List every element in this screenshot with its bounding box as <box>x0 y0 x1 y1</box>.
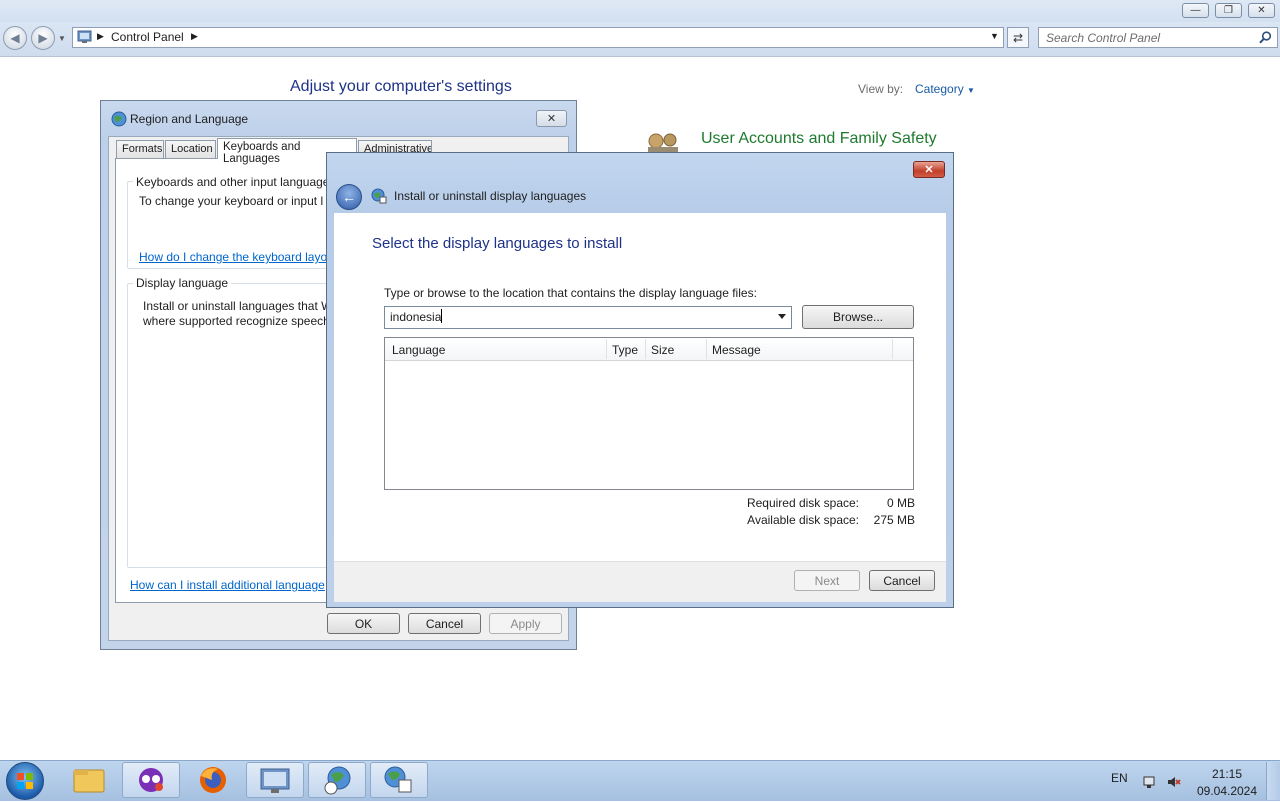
install-dialog-title: Install or uninstall display languages <box>394 189 587 203</box>
refresh-button[interactable]: ⇄ <box>1007 27 1029 48</box>
globe-clock-icon <box>324 766 351 795</box>
input-language-indicator[interactable]: EN <box>1111 771 1128 785</box>
taskbar-install-languages[interactable] <box>370 762 428 798</box>
region-globe-icon <box>111 111 127 127</box>
taskbar-firefox[interactable] <box>184 762 242 798</box>
back-button[interactable]: ← <box>336 184 362 210</box>
breadcrumb-separator-icon: ▶ <box>97 31 104 41</box>
keyboards-group-title: Keyboards and other input language <box>133 175 333 189</box>
minimize-icon: — <box>1190 5 1201 16</box>
column-separator[interactable] <box>706 339 707 359</box>
taskbar-file-explorer[interactable] <box>60 762 118 798</box>
column-separator[interactable] <box>892 339 893 359</box>
ok-button[interactable]: OK <box>327 613 400 634</box>
firefox-icon <box>200 767 226 793</box>
display-language-text-1: Install or uninstall languages that W <box>143 299 333 313</box>
language-install-icon <box>371 188 387 204</box>
show-desktop-button[interactable] <box>1266 762 1280 800</box>
listview-header <box>385 338 913 361</box>
arrow-left-icon: ◀ <box>10 31 20 45</box>
windows-logo-icon <box>17 773 33 789</box>
column-separator[interactable] <box>606 339 607 359</box>
close-window-button[interactable]: ✕ <box>1248 3 1275 18</box>
tab-location[interactable]: Location <box>165 140 216 158</box>
arrow-left-icon: ← <box>342 189 356 205</box>
keyboards-description: To change your keyboard or input l <box>139 194 324 208</box>
close-icon: ✕ <box>924 164 934 176</box>
chevron-down-icon[interactable] <box>778 314 786 319</box>
browse-button[interactable]: Browse... <box>802 305 914 329</box>
region-dialog-close-button[interactable]: ✕ <box>536 110 567 127</box>
chevron-down-icon: ▼ <box>967 86 975 95</box>
column-header-language[interactable]: Language <box>392 343 445 357</box>
column-header-type[interactable]: Type <box>612 343 638 357</box>
region-cancel-button[interactable]: Cancel <box>408 613 481 634</box>
breadcrumb-control-panel[interactable]: Control Panel <box>111 30 184 44</box>
close-icon: ✕ <box>546 113 557 125</box>
control-panel-icon <box>260 768 290 793</box>
apply-button[interactable]: Apply <box>489 613 562 634</box>
region-dialog-title: Region and Language <box>130 112 249 126</box>
search-placeholder: Search Control Panel <box>1046 31 1161 45</box>
messenger-app-icon <box>139 768 163 792</box>
arrow-right-icon: ▶ <box>38 31 48 45</box>
next-button[interactable]: Next <box>794 570 860 591</box>
window-titlebar <box>0 0 1280 22</box>
minimize-button[interactable]: — <box>1182 3 1209 18</box>
category-user-accounts-link[interactable]: User Accounts and Family Safety <box>701 130 937 148</box>
view-by-value: Category <box>915 82 964 96</box>
restore-icon: ❐ <box>1224 5 1233 16</box>
install-dialog-close-button[interactable]: ✕ <box>913 161 945 178</box>
recent-pages-dropdown-icon[interactable]: ▼ <box>58 34 66 43</box>
column-separator[interactable] <box>645 339 646 359</box>
start-button[interactable] <box>6 762 44 800</box>
page-title: Adjust your computer's settings <box>290 78 512 95</box>
taskbar-region-language[interactable] <box>308 762 366 798</box>
clock-date[interactable]: 09.04.2024 <box>1196 784 1258 798</box>
install-languages-link[interactable]: How can I install additional language <box>130 578 325 592</box>
available-space-value: 275 MB <box>873 513 915 527</box>
clock-time[interactable]: 21:15 <box>1200 767 1254 781</box>
control-panel-icon <box>77 30 92 43</box>
text-caret <box>441 309 442 323</box>
change-keyboard-link[interactable]: How do I change the keyboard layo <box>139 250 327 264</box>
display-language-group-title: Display language <box>133 276 232 290</box>
install-cancel-button[interactable]: Cancel <box>869 570 935 591</box>
breadcrumb-chevron-icon[interactable]: ▶ <box>191 31 198 42</box>
install-heading: Select the display languages to install <box>372 235 623 252</box>
search-icon <box>1259 31 1272 44</box>
display-language-text-2: where supported recognize speech <box>143 314 330 328</box>
restore-button[interactable]: ❐ <box>1215 3 1242 18</box>
back-button[interactable]: ◀ <box>3 26 27 50</box>
required-space-value: 0 MB <box>886 496 915 510</box>
search-input[interactable]: Search Control Panel <box>1038 27 1278 48</box>
available-space-label: Available disk space: <box>747 513 859 527</box>
column-header-size[interactable]: Size <box>651 343 674 357</box>
location-label: Type or browse to the location that cont… <box>384 286 757 300</box>
location-input-value[interactable]: indonesia <box>390 310 441 324</box>
required-space-label: Required disk space: <box>746 496 859 510</box>
refresh-icon: ⇄ <box>1012 30 1024 45</box>
volume-muted-icon[interactable] <box>1166 774 1182 790</box>
column-header-message[interactable]: Message <box>712 343 761 357</box>
network-icon[interactable] <box>1142 774 1158 790</box>
language-install-icon <box>384 766 412 793</box>
forward-button[interactable]: ▶ <box>31 26 55 50</box>
folder-icon <box>73 769 105 793</box>
view-by-dropdown[interactable]: Category ▼ <box>915 82 975 96</box>
address-bar[interactable]: ▶ Control Panel ▶ ▼ <box>72 27 1004 48</box>
taskbar-messenger-app[interactable] <box>122 762 180 798</box>
view-by-label: View by: <box>858 82 904 96</box>
location-combobox[interactable] <box>384 306 792 329</box>
tab-formats[interactable]: Formats <box>116 140 164 158</box>
close-icon: ✕ <box>1257 5 1266 16</box>
address-dropdown-icon[interactable]: ▼ <box>990 31 999 41</box>
taskbar-control-panel[interactable] <box>246 762 304 798</box>
